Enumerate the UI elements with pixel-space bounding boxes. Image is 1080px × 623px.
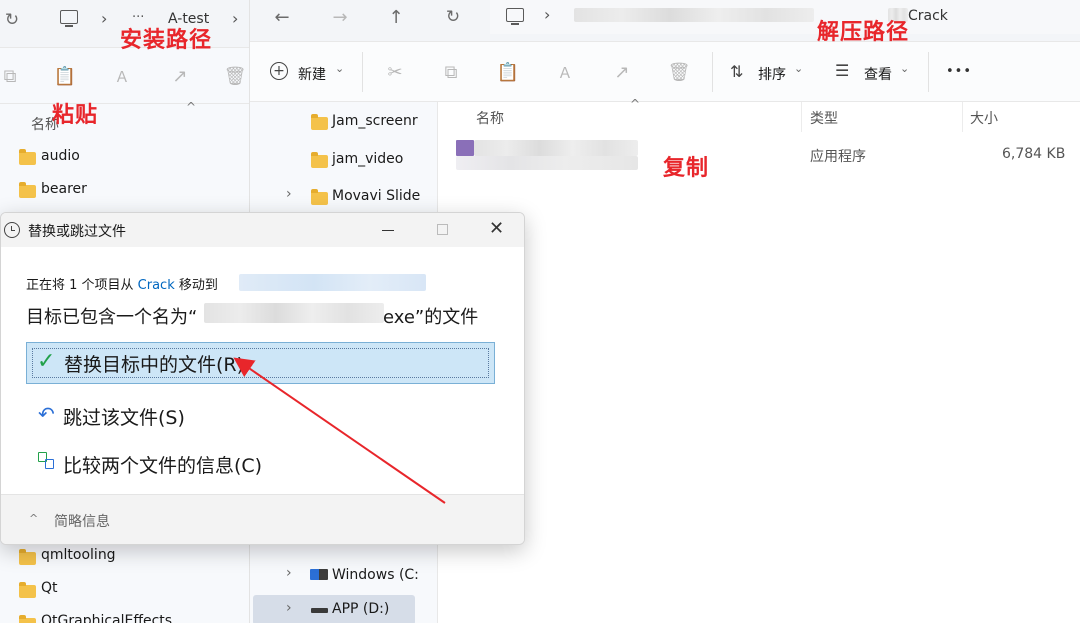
annotation-arrow: [233, 357, 446, 504]
